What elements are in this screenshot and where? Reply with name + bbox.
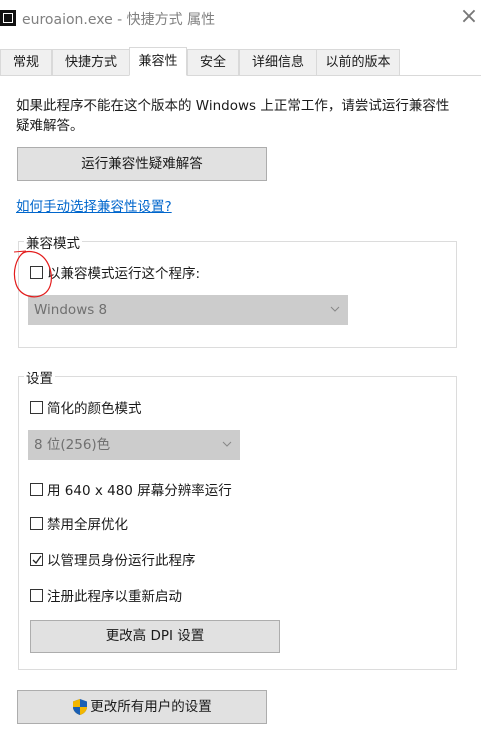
compat-mode-select[interactable]: Windows 8 [28,295,348,325]
compat-mode-option[interactable]: 以兼容模式运行这个程序: [30,262,200,282]
checkmark-icon [32,555,42,564]
run-as-admin-label: 以管理员身份运行此程序 [47,553,196,569]
run-as-admin-checkbox[interactable] [30,552,43,566]
tab-security[interactable]: 安全 [187,49,239,75]
tab-details[interactable]: 详细信息 [239,49,317,75]
app-icon [0,10,16,26]
chevron-down-icon [222,441,232,447]
register-restart-option[interactable]: 注册此程序以重新启动 [30,585,182,605]
close-button[interactable]: × [458,4,480,30]
disable-fullscreen-checkbox[interactable] [30,516,43,530]
run-as-admin-option[interactable]: 以管理员身份运行此程序 [30,549,196,569]
settings-group-title: 设置 [24,367,55,387]
change-dpi-button[interactable]: 更改高 DPI 设置 [30,620,280,653]
reduced-color-label: 简化的颜色模式 [47,401,142,417]
compat-mode-select-value: Windows 8 [34,302,108,318]
tab-shortcut[interactable]: 快捷方式 [52,49,130,75]
color-mode-select[interactable]: 8 位(256)色 [28,430,240,460]
reduced-color-option[interactable]: 简化的颜色模式 [30,397,142,417]
resolution-640-label: 用 640 x 480 屏幕分辨率运行 [47,483,232,499]
compat-mode-checkbox[interactable] [30,265,43,279]
chevron-down-icon [330,306,340,312]
resolution-640-option[interactable]: 用 640 x 480 屏幕分辨率运行 [30,479,232,499]
compat-description: 如果此程序不能在这个版本的 Windows 上正常工作，请尝试运行兼容性疑难解答… [16,98,450,134]
color-mode-select-value: 8 位(256)色 [34,437,111,453]
resolution-640-checkbox[interactable] [30,482,43,496]
compat-mode-group-title: 兼容模式 [24,232,82,252]
change-all-users-button[interactable]: 更改所有用户的设置 [17,690,267,724]
close-icon: × [459,4,479,29]
uac-shield-icon [73,699,88,715]
window-title: euroaion.exe - 快捷方式 属性 [22,12,216,28]
register-restart-checkbox[interactable] [30,588,43,602]
tab-general[interactable]: 常规 [0,49,52,75]
run-troubleshooter-button[interactable]: 运行兼容性疑难解答 [17,147,267,181]
reduced-color-checkbox[interactable] [30,400,43,414]
tab-previous-versions[interactable]: 以前的版本 [316,49,400,75]
tab-compatibility[interactable]: 兼容性 [129,47,187,76]
title-bar: euroaion.exe - 快捷方式 属性 × [0,0,481,36]
register-restart-label: 注册此程序以重新启动 [47,589,182,605]
change-all-users-label: 更改所有用户的设置 [90,699,212,715]
disable-fullscreen-option[interactable]: 禁用全屏优化 [30,513,128,533]
compat-mode-label: 以兼容模式运行这个程序: [47,266,201,282]
disable-fullscreen-label: 禁用全屏优化 [47,517,128,533]
manual-compat-link[interactable]: 如何手动选择兼容性设置? [16,195,172,215]
